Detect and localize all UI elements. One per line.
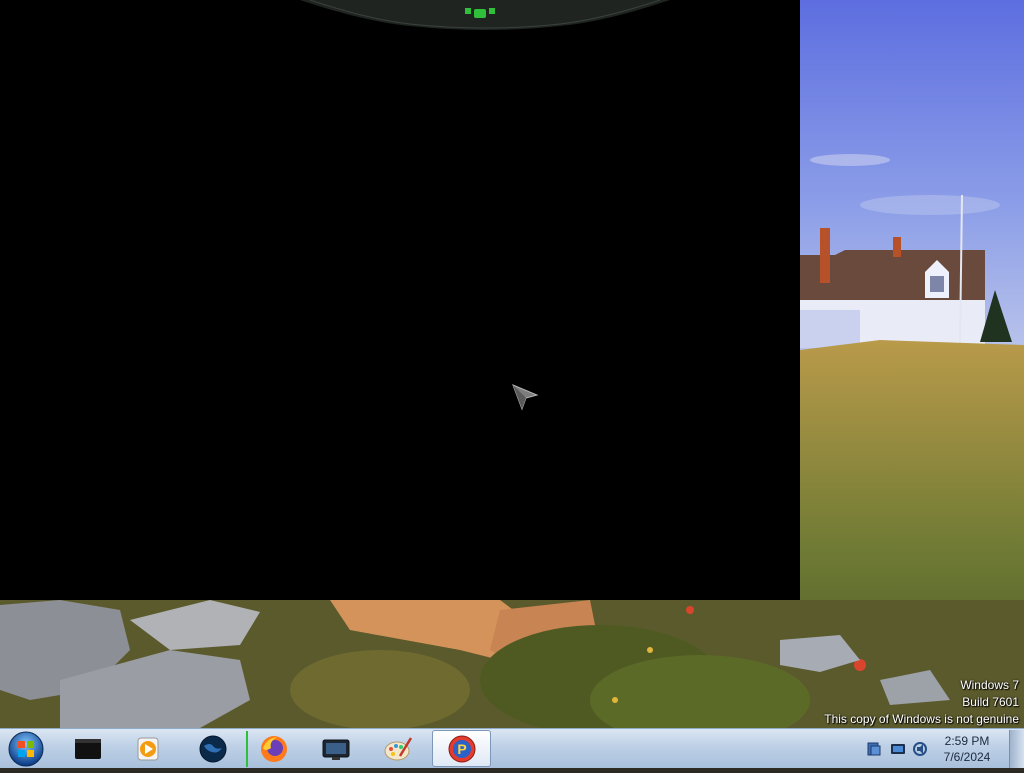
watermark-notice: This copy of Windows is not genuine (824, 712, 1019, 726)
app-top-bar (300, 0, 670, 32)
volume-icon[interactable] (912, 741, 928, 757)
taskbar-globe-button[interactable] (185, 730, 241, 767)
taskbar-app-p-button[interactable]: P (432, 730, 491, 767)
genuine-watermark: Windows 7 Build 7601 This copy of Window… (824, 677, 1019, 728)
clock-time: 2:59 PM (944, 734, 990, 748)
paint-icon (384, 736, 413, 760)
taskbar-clock[interactable]: 2:59 PM 7/6/2024 (932, 733, 1002, 765)
firefox-icon (261, 735, 287, 762)
taskbar: P 2:59 PM 7/6/2024 (0, 728, 1024, 768)
green-indicator-icon[interactable] (465, 6, 497, 20)
system-tray: 2:59 PM 7/6/2024 (854, 729, 1024, 769)
watermark-os-name: Windows 7 (960, 678, 1019, 692)
svg-text:P: P (457, 741, 466, 757)
app-window[interactable] (0, 0, 800, 600)
terminal-icon (75, 738, 101, 759)
network-icon[interactable] (890, 741, 906, 757)
taskbar-remote-desktop-button[interactable] (308, 730, 364, 767)
start-button[interactable] (5, 730, 47, 768)
mouse-cursor-icon (510, 382, 540, 412)
app-p-icon: P (448, 735, 475, 762)
media-player-icon (137, 737, 159, 760)
remote-desktop-icon (322, 739, 350, 760)
clock-date: 7/6/2024 (943, 750, 991, 764)
taskbar-media-player-button[interactable] (120, 730, 176, 767)
taskbar-firefox-button[interactable] (246, 730, 302, 767)
globe-icon (199, 735, 227, 762)
watermark-build: Build 7601 (962, 695, 1019, 709)
action-center-icon[interactable] (866, 741, 882, 757)
windows-orb-icon (8, 731, 44, 767)
taskbar-paint-button[interactable] (370, 730, 426, 767)
show-desktop-button[interactable] (1009, 730, 1024, 768)
taskbar-terminal-button[interactable] (60, 730, 116, 767)
